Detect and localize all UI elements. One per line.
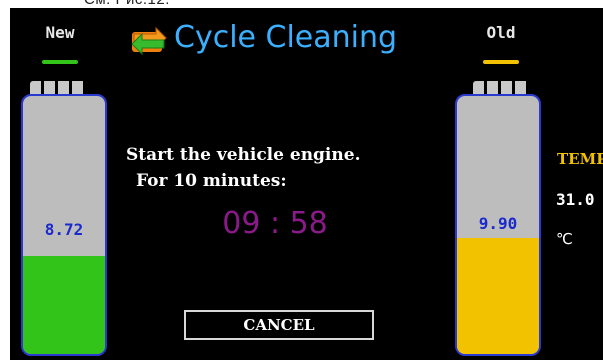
- instruction-line-2: For 10 minutes:: [136, 171, 287, 191]
- cancel-button[interactable]: CANCEL: [184, 310, 374, 340]
- temperature-value: 31.0: [556, 190, 595, 209]
- temperature-label: TEMP: [557, 150, 603, 168]
- temperature-unit: ℃: [556, 230, 573, 248]
- instruction-text: Start the vehicle engine. For 10 minutes…: [126, 142, 446, 194]
- device-screen: New 8.72 Cycle Cleaning Old 9.90 Start t…: [10, 8, 603, 360]
- old-tank-label: Old: [486, 23, 516, 42]
- old-tank-value: 9.90: [478, 214, 518, 233]
- old-tank-indicator: [483, 60, 519, 64]
- new-tank-fill: [23, 255, 105, 354]
- old-tank-fill: [457, 237, 539, 354]
- instruction-line-1: Start the vehicle engine.: [126, 145, 361, 165]
- new-tank-indicator: [42, 60, 78, 64]
- new-tank-value: 8.72: [44, 220, 84, 239]
- page-title: Cycle Cleaning: [174, 20, 398, 55]
- new-tank-label: New: [45, 23, 75, 42]
- new-tank-gauge: 8.72: [21, 94, 107, 356]
- countdown-timer: 09 : 58: [222, 206, 328, 241]
- figure-caption: См. Рис.12.: [84, 0, 170, 8]
- cycle-arrows-icon: [131, 26, 167, 56]
- old-tank-gauge: 9.90: [455, 94, 541, 356]
